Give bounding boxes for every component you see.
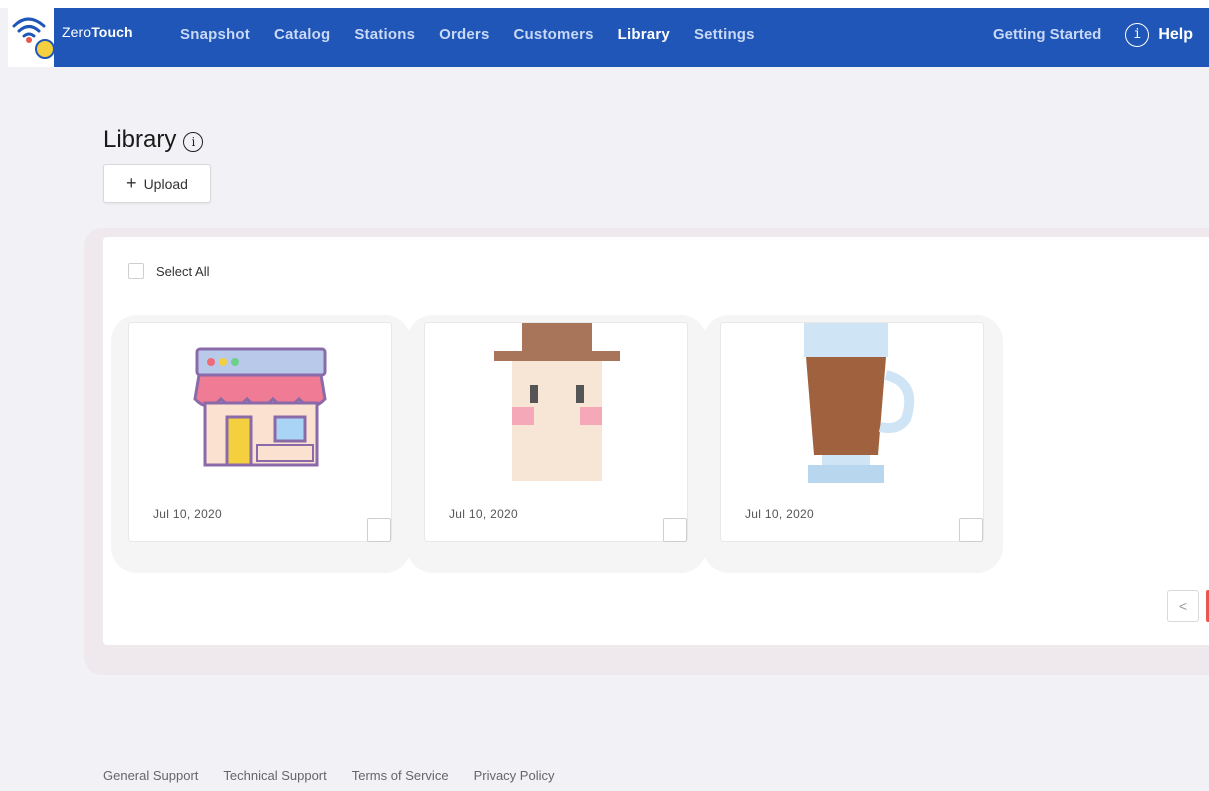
nav-customers[interactable]: Customers [514, 26, 594, 43]
item-checkbox[interactable] [959, 518, 983, 542]
library-item[interactable]: Jul 10, 2020 [424, 322, 688, 542]
upload-button[interactable]: + Upload [103, 164, 211, 203]
info-icon[interactable]: i [183, 131, 204, 152]
top-strip [0, 0, 1209, 8]
nav-library[interactable]: Library [618, 26, 670, 43]
storefront-icon [169, 323, 353, 483]
nav-catalog[interactable]: Catalog [274, 26, 330, 43]
select-all-label: Select All [156, 263, 210, 279]
coffee-glass-icon [761, 323, 945, 483]
top-navbar: ZeroTouch Snapshot Catalog Stations Orde… [8, 8, 1209, 67]
pagination-prev-button[interactable]: < [1167, 590, 1199, 622]
footer-privacy-policy[interactable]: Privacy Policy [474, 768, 555, 783]
nav-stations[interactable]: Stations [354, 26, 415, 43]
upload-label: Upload [143, 175, 188, 192]
wifi-logo-icon [8, 8, 54, 67]
footer-technical-support[interactable]: Technical Support [223, 768, 326, 783]
nav-settings[interactable]: Settings [694, 26, 755, 43]
help-button[interactable]: i Help [1125, 22, 1193, 47]
plus-icon: + [126, 173, 137, 193]
brand-name: ZeroTouch [62, 23, 133, 40]
footer-terms-of-service[interactable]: Terms of Service [352, 768, 449, 783]
nav-snapshot[interactable]: Snapshot [180, 26, 250, 43]
item-date: Jul 10, 2020 [449, 507, 518, 521]
help-label: Help [1158, 25, 1193, 43]
select-all-checkbox[interactable] [128, 263, 144, 279]
library-item[interactable]: Jul 10, 2020 [128, 322, 392, 542]
page-title: Library [103, 126, 177, 153]
person-hat-icon [465, 323, 649, 483]
page-header: Library i [103, 126, 204, 154]
select-all[interactable]: Select All [128, 263, 209, 279]
item-date: Jul 10, 2020 [745, 507, 814, 521]
library-item[interactable]: Jul 10, 2020 [720, 322, 984, 542]
nav-orders[interactable]: Orders [439, 26, 489, 43]
item-checkbox[interactable] [367, 518, 391, 542]
item-checkbox[interactable] [663, 518, 687, 542]
getting-started-link[interactable]: Getting Started [993, 26, 1101, 43]
footer: General Support Technical Support Terms … [103, 768, 579, 783]
info-circle-icon: i [1125, 22, 1150, 47]
main-nav: Snapshot Catalog Stations Orders Custome… [180, 8, 779, 67]
item-date: Jul 10, 2020 [153, 507, 222, 521]
brand-logo[interactable]: ZeroTouch [8, 8, 133, 67]
nav-right: Getting Started i Help [993, 8, 1209, 67]
footer-general-support[interactable]: General Support [103, 768, 198, 783]
